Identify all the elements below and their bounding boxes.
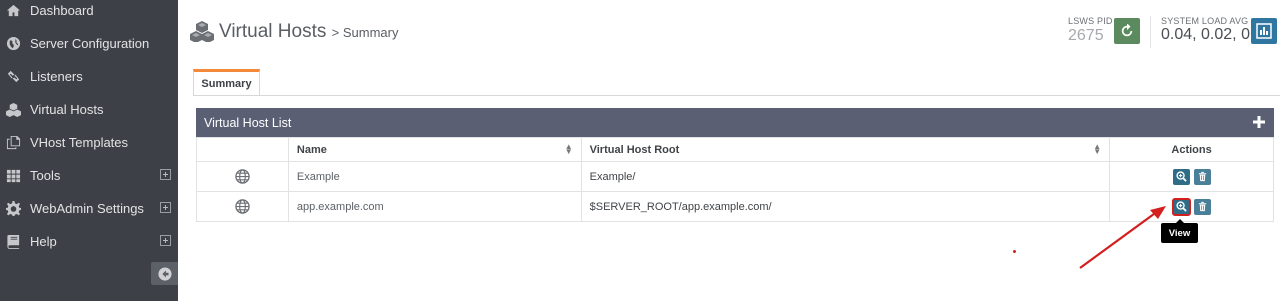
view-button[interactable]	[1172, 168, 1190, 185]
lsws-pid-value: 2675	[1068, 27, 1104, 44]
breadcrumb: > Summary	[331, 25, 399, 40]
vhost-name[interactable]: app.example.com	[287, 191, 582, 222]
sidebar-item-label: Virtual Hosts	[30, 102, 104, 117]
column-header-name[interactable]: Name ▲ ▼	[287, 137, 582, 162]
annotation-arrow	[1079, 206, 1166, 269]
page-title-text: Virtual Hosts	[219, 21, 327, 42]
system-load-label: SYSTEM LOAD AVG	[1161, 16, 1249, 26]
divider	[1150, 16, 1151, 48]
panel-title: Virtual Host List	[204, 115, 292, 130]
expand-icon[interactable]	[160, 202, 171, 213]
trash-icon	[1198, 171, 1206, 182]
restart-button[interactable]	[1114, 18, 1140, 44]
globe-icon	[235, 168, 250, 184]
sidebar-item-label: Dashboard	[30, 3, 94, 18]
sidebar-item-webadmin-settings[interactable]: WebAdmin Settings	[0, 192, 178, 225]
sidebar-item-vhost-templates[interactable]: VHost Templates	[0, 126, 178, 159]
view-button[interactable]	[1171, 197, 1191, 216]
book-icon	[5, 234, 21, 250]
lsws-pid-label: LSWS PID	[1068, 16, 1113, 26]
add-icon[interactable]	[1252, 115, 1266, 129]
cubes-icon	[5, 102, 21, 118]
trash-icon	[1198, 201, 1206, 212]
column-header-label: Name	[296, 143, 327, 156]
sidebar-item-label: VHost Templates	[30, 135, 129, 150]
delete-button[interactable]	[1193, 168, 1211, 185]
sidebar-item-tools[interactable]: Tools	[0, 159, 178, 192]
sidebar-item-label: Listeners	[30, 69, 83, 84]
vhost-root: $SERVER_ROOT/app.example.com/	[580, 191, 1111, 222]
collapse-sidebar-button[interactable]	[151, 262, 178, 285]
sort-icon[interactable]: ▲ ▼	[1093, 143, 1101, 156]
virtual-host-list-header: Virtual Host List	[196, 108, 1274, 137]
sidebar-item-dashboard[interactable]: Dashboard	[0, 0, 178, 27]
real-time-stats-button[interactable]	[1251, 18, 1277, 44]
row-icon-cell	[196, 161, 289, 192]
gear-icon	[5, 201, 21, 217]
sidebar-item-listeners[interactable]: Listeners	[0, 60, 178, 93]
sidebar-item-label: Help	[30, 234, 57, 249]
sidebar-item-virtual-hosts[interactable]: Virtual Hosts	[0, 93, 178, 126]
page-title: Virtual Hosts > Summary	[219, 21, 398, 43]
column-header-label: Virtual Host Root	[589, 143, 680, 156]
copy-icon	[5, 135, 21, 151]
bar-chart-icon	[1256, 23, 1272, 39]
system-load-value: 0.04, 0.02, 0	[1161, 26, 1250, 43]
refresh-icon	[1121, 24, 1133, 37]
zoom-in-icon	[1175, 201, 1187, 212]
row-icon-cell	[196, 191, 289, 222]
home-icon	[5, 3, 21, 19]
table-row: Example Example/	[196, 161, 1274, 192]
expand-icon[interactable]	[160, 235, 171, 246]
delete-button[interactable]	[1193, 198, 1211, 215]
expand-icon[interactable]	[160, 169, 171, 180]
globe-icon	[5, 36, 21, 52]
column-header-actions: Actions	[1109, 137, 1274, 162]
column-header-root[interactable]: Virtual Host Root ▲ ▼	[580, 137, 1111, 162]
sidebar-item-help[interactable]: Help	[0, 225, 178, 258]
vhost-root: Example/	[580, 161, 1111, 192]
arrow-left-circle-icon	[157, 266, 172, 281]
sidebar-item-label: Server Configuration	[30, 36, 150, 51]
annotation-dot	[1013, 250, 1016, 253]
row-actions	[1109, 161, 1274, 192]
cubes-icon	[190, 21, 214, 42]
globe-icon	[235, 198, 250, 214]
column-header-icon	[196, 137, 289, 162]
sidebar-item-label: WebAdmin Settings	[30, 201, 144, 216]
tab-underline	[193, 95, 1280, 96]
vhost-name[interactable]: Example	[287, 161, 582, 192]
sort-icon[interactable]: ▲ ▼	[565, 143, 573, 156]
table-header-row: Name ▲ ▼ Virtual Host Root ▲ ▼ Actions	[196, 137, 1274, 162]
link-icon	[5, 69, 21, 85]
sidebar-item-label: Tools	[30, 168, 61, 183]
grid-icon	[5, 168, 21, 184]
sidebar-item-server-configuration[interactable]: Server Configuration	[0, 27, 178, 60]
sidebar: Dashboard Server Configuration Listeners…	[0, 0, 178, 301]
zoom-in-icon	[1175, 171, 1187, 182]
tab-summary[interactable]: Summary	[193, 69, 260, 96]
